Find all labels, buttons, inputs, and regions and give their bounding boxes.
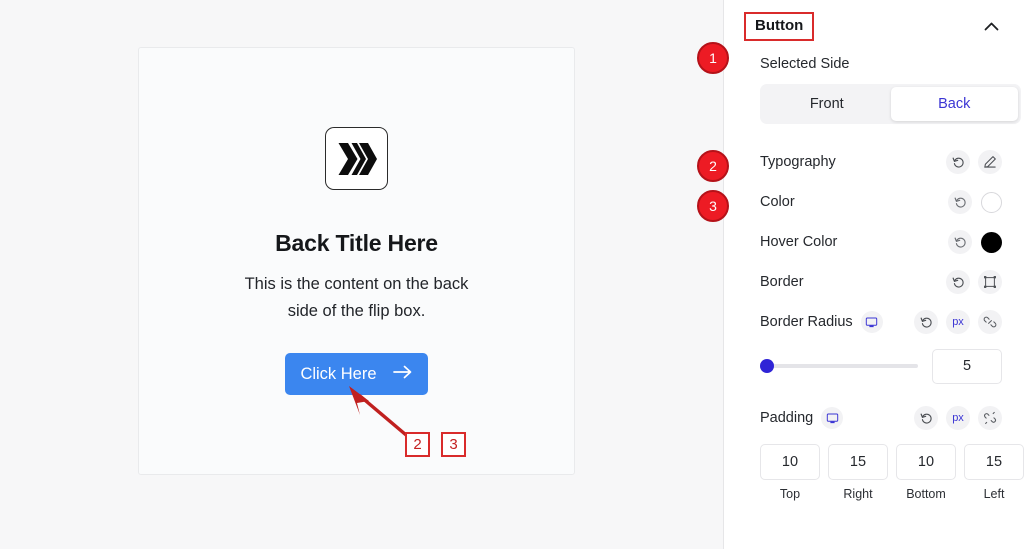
border-radius-unit-px-button[interactable]: px (946, 310, 970, 334)
border-radius-monitor-desktop-icon[interactable] (860, 311, 883, 333)
click-here-button[interactable]: Click Here (285, 352, 428, 395)
padding-fields-row: 10 Top 15 Right 10 Bottom 15 Left (740, 444, 1024, 501)
hover-color-row: Hover Color (740, 222, 1002, 262)
selected-side-toggle-group[interactable]: Front Back (760, 84, 1021, 124)
border-label: Border (760, 274, 804, 290)
border-radius-slider-track (760, 364, 918, 368)
border-radius-value-input[interactable]: 5 (932, 348, 1002, 384)
click-here-button-label: Click Here (300, 364, 377, 383)
selected-side-row: Selected Side (740, 44, 1002, 84)
padding-left-input[interactable]: 15 (964, 444, 1024, 480)
panel-title: Button (755, 16, 804, 34)
padding-bottom-input[interactable]: 10 (896, 444, 956, 480)
border-reset-icon[interactable] (946, 270, 970, 294)
toggle-option-front[interactable]: Front (763, 87, 891, 121)
padding-bottom-label: Bottom (906, 487, 946, 501)
padding-right-cell: 15 Right (828, 444, 888, 501)
annotation-badge-2: 2 (697, 150, 729, 182)
selected-side-label: Selected Side (760, 56, 850, 72)
padding-top-cell: 10 Top (760, 444, 820, 501)
border-radius-slider-thumb[interactable] (760, 359, 774, 373)
button-settings-panel: Button Selected Side Front Back Typograp… (723, 0, 1024, 549)
padding-top-input[interactable]: 10 (760, 444, 820, 480)
padding-label: Padding (760, 410, 814, 426)
card-body-text: This is the content on the back side of … (244, 275, 469, 320)
typography-reset-icon[interactable] (946, 150, 970, 174)
border-box-icon[interactable] (978, 270, 1002, 294)
typography-pencil-edit-icon[interactable] (978, 150, 1002, 174)
toggle-option-back[interactable]: Back (890, 87, 1018, 121)
padding-right-label: Right (843, 487, 873, 501)
flip-box-back-card[interactable]: Back Title Here This is the content on t… (138, 47, 575, 475)
border-row: Border (740, 262, 1002, 302)
flip-box-content: Back Title Here This is the content on t… (139, 48, 574, 474)
typography-row: Typography (740, 142, 1002, 182)
app-root: Back Title Here This is the content on t… (0, 0, 1024, 549)
hover-color-swatch-icon[interactable] (981, 231, 1002, 253)
padding-monitor-desktop-icon[interactable] (821, 407, 844, 429)
padding-reset-icon[interactable] (914, 406, 938, 430)
annotation-badge-1: 1 (697, 42, 729, 74)
border-radius-label: Border Radius (760, 314, 853, 330)
color-row: Color (740, 182, 1002, 222)
card-title: Back Title Here (275, 230, 438, 257)
preview-pane: Back Title Here This is the content on t… (0, 0, 723, 549)
typography-label: Typography (760, 154, 836, 170)
hive-diamond-chevrons-icon (325, 127, 388, 191)
color-label: Color (760, 194, 795, 210)
padding-bottom-cell: 10 Bottom (896, 444, 956, 501)
padding-unit-px-button[interactable]: px (946, 406, 970, 430)
annotation-box-3: 3 (441, 432, 466, 457)
color-reset-icon[interactable] (948, 190, 972, 214)
color-swatch-icon[interactable] (981, 191, 1002, 213)
padding-broken-link-chain-icon[interactable] (978, 406, 1002, 430)
chevron-up-icon[interactable] (980, 15, 1002, 37)
border-radius-slider[interactable] (760, 357, 918, 375)
border-radius-row: Border Radius px (740, 302, 1002, 342)
panel-title-highlight: Button (744, 11, 815, 41)
arrow-right-icon (392, 363, 413, 385)
annotation-box-2: 2 (405, 432, 430, 457)
selected-side-toggle-wrap: Front Back (740, 84, 1021, 124)
hover-color-label: Hover Color (760, 234, 838, 250)
padding-row: Padding px (740, 398, 1002, 438)
panel-header: Button (740, 0, 1002, 44)
padding-top-label: Top (779, 487, 801, 501)
border-radius-reset-icon[interactable] (914, 310, 938, 334)
annotation-badge-3: 3 (697, 190, 729, 222)
hover-color-reset-icon[interactable] (948, 230, 972, 254)
border-radius-link-chain-icon[interactable] (978, 310, 1002, 334)
border-radius-slider-row: 5 (740, 342, 1002, 390)
padding-left-cell: 15 Left (964, 444, 1024, 501)
padding-right-input[interactable]: 15 (828, 444, 888, 480)
padding-left-label: Left (983, 487, 1005, 501)
